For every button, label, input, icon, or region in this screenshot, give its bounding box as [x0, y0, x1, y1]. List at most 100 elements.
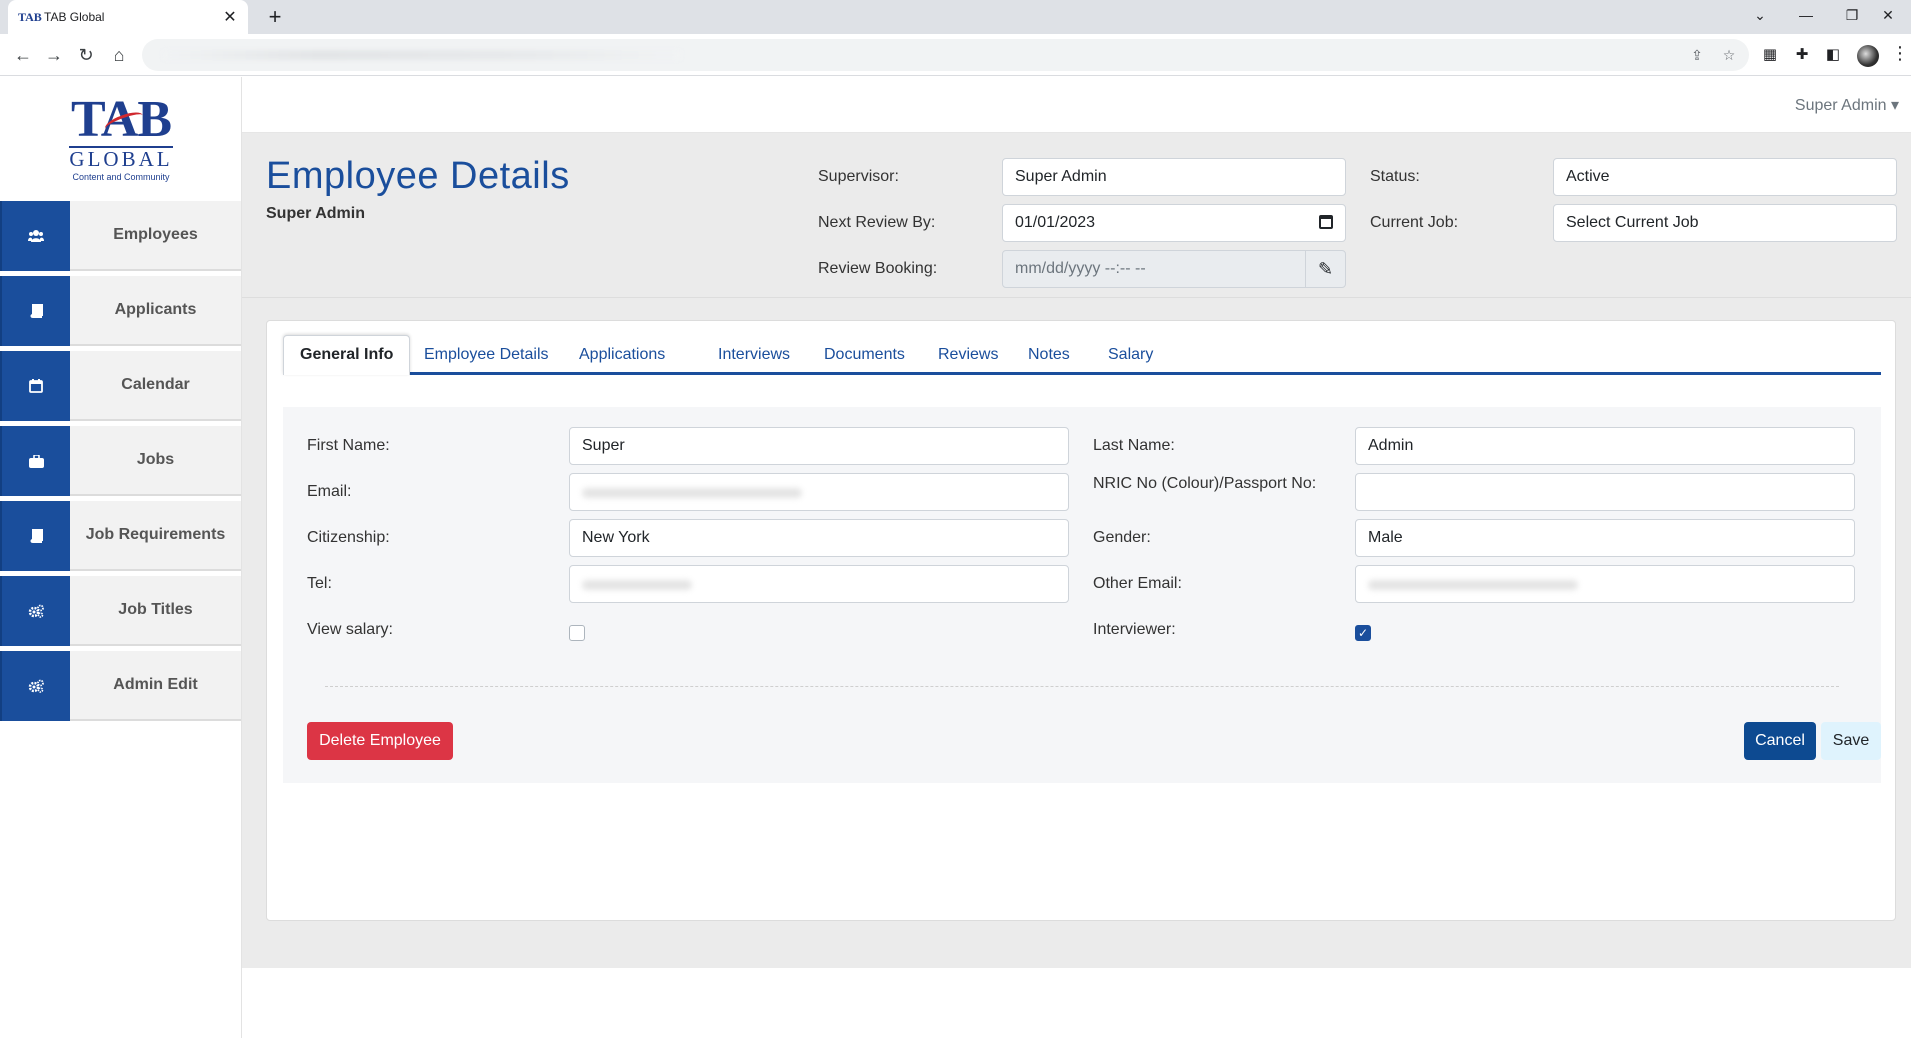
first-name-input[interactable]: Super — [569, 427, 1069, 465]
minimize-icon[interactable]: — — [1783, 0, 1829, 30]
sidebar-item-employees[interactable]: Employees — [0, 201, 241, 271]
citizenship-input[interactable]: New York — [569, 519, 1069, 557]
tel-label: Tel: — [307, 575, 332, 592]
review-booking-label: Review Booking: — [818, 260, 938, 277]
calendar-picker-icon[interactable] — [1319, 215, 1333, 229]
extension-icon[interactable]: ▦ — [1760, 45, 1780, 65]
other-email-value-redacted — [1368, 580, 1578, 590]
sidebar-item-label: Admin Edit — [113, 676, 198, 693]
main-content: General Info Employee Details Applicatio… — [242, 298, 1911, 968]
forward-icon[interactable]: → — [41, 42, 67, 68]
new-tab-button[interactable]: + — [261, 4, 289, 30]
cogs-icon — [0, 651, 70, 721]
share-icon[interactable]: ⇪ — [1688, 46, 1706, 64]
email-input[interactable] — [569, 473, 1069, 511]
back-icon[interactable]: ← — [10, 42, 36, 68]
profile-avatar[interactable] — [1857, 45, 1879, 67]
browser-tab[interactable]: TAB TAB Global ✕ — [8, 0, 248, 34]
bookmark-star-icon[interactable]: ☆ — [1720, 46, 1738, 64]
calendar-icon — [0, 351, 70, 421]
address-text-redacted — [162, 50, 682, 60]
other-email-label: Other Email: — [1093, 575, 1182, 592]
cancel-button[interactable]: Cancel — [1744, 722, 1816, 760]
tab-interviews[interactable]: Interviews — [718, 335, 790, 375]
sidebar-item-admin-edit[interactable]: Admin Edit — [0, 651, 241, 721]
current-job-select[interactable]: Select Current Job — [1553, 204, 1897, 242]
form-divider — [325, 686, 1839, 687]
status-field[interactable]: Active — [1553, 158, 1897, 196]
book-icon — [0, 276, 70, 346]
last-name-value: Admin — [1368, 437, 1414, 454]
sidebar-item-jobs[interactable]: Jobs — [0, 426, 241, 496]
logo-tagline: Content and Community — [72, 172, 170, 182]
sidebar-item-label: Applicants — [114, 301, 197, 318]
last-name-label: Last Name: — [1093, 437, 1175, 454]
briefcase-icon — [0, 426, 70, 496]
tab-notes[interactable]: Notes — [1028, 335, 1070, 375]
supervisor-field[interactable]: Super Admin — [1002, 158, 1346, 196]
users-icon — [0, 201, 70, 271]
browser-tab-bar: TAB TAB Global ✕ + ⌄ — ❐ ✕ — [0, 0, 1911, 34]
home-icon[interactable]: ⌂ — [106, 42, 132, 68]
close-window-icon[interactable]: ✕ — [1865, 0, 1911, 30]
close-tab-icon[interactable]: ✕ — [222, 7, 238, 27]
edit-review-booking-button[interactable]: ✎ — [1305, 250, 1346, 288]
page-title: Employee Details — [266, 155, 570, 197]
citizenship-value: New York — [582, 529, 650, 546]
delete-employee-button[interactable]: Delete Employee — [307, 722, 453, 760]
nric-input[interactable] — [1355, 473, 1855, 511]
supervisor-value: Super Admin — [1015, 168, 1107, 185]
browser-tab-title: TAB Global — [44, 10, 105, 24]
supervisor-label: Supervisor: — [818, 168, 899, 185]
cogs-icon — [0, 576, 70, 646]
browser-menu-icon[interactable]: ⋮ — [1891, 43, 1909, 64]
status-label: Status: — [1370, 168, 1420, 185]
sidebar-item-job-titles[interactable]: Job Titles — [0, 576, 241, 646]
general-info-form: First Name: Super Last Name: Admin Email… — [283, 407, 1881, 783]
gender-select[interactable]: Male — [1355, 519, 1855, 557]
tab-salary[interactable]: Salary — [1108, 335, 1153, 375]
next-review-label: Next Review By: — [818, 214, 936, 231]
review-booking-value: mm/dd/yyyy --:-- -- — [1015, 260, 1146, 277]
gender-label: Gender: — [1093, 529, 1151, 546]
view-salary-label: View salary: — [307, 621, 393, 638]
interviewer-label: Interviewer: — [1093, 621, 1176, 638]
logo[interactable]: TAB GLOBAL Content and Community — [60, 94, 182, 185]
tab-employee-details[interactable]: Employee Details — [424, 335, 549, 375]
first-name-value: Super — [582, 437, 625, 454]
sidebar-nav: Employees Applicants Calendar Jobs Job R… — [0, 201, 241, 726]
interviewer-checkbox[interactable]: ✓ — [1355, 625, 1371, 641]
next-review-date-input[interactable]: 01/01/2023 — [1002, 204, 1346, 242]
tab-reviews[interactable]: Reviews — [938, 335, 998, 375]
employee-card: General Info Employee Details Applicatio… — [266, 320, 1896, 921]
tab-search-icon[interactable]: ⌄ — [1737, 0, 1783, 30]
browser-toolbar: ← → ↻ ⌂ ⇪ ☆ ▦ ✚ ◧ ⋮ — [0, 34, 1911, 76]
sidebar-item-label: Jobs — [136, 451, 175, 468]
current-job-value: Select Current Job — [1566, 214, 1699, 231]
sidebar: TAB GLOBAL Content and Community Employe… — [0, 77, 242, 1038]
side-panel-icon[interactable]: ◧ — [1823, 45, 1843, 65]
puzzle-icon[interactable]: ✚ — [1792, 45, 1812, 65]
last-name-input[interactable]: Admin — [1355, 427, 1855, 465]
reload-icon[interactable]: ↻ — [73, 42, 99, 68]
current-job-label: Current Job: — [1370, 214, 1459, 231]
status-value: Active — [1566, 168, 1610, 185]
email-value-redacted — [582, 488, 802, 498]
sidebar-item-calendar[interactable]: Calendar — [0, 351, 241, 421]
other-email-input[interactable] — [1355, 565, 1855, 603]
sidebar-item-job-requirements[interactable]: Job Requirements — [0, 501, 241, 571]
review-booking-input[interactable]: mm/dd/yyyy --:-- -- — [1002, 250, 1306, 288]
next-review-value: 01/01/2023 — [1015, 214, 1096, 231]
tab-applications[interactable]: Applications — [579, 335, 665, 375]
favicon-icon: TAB — [18, 10, 42, 24]
address-bar[interactable]: ⇪ ☆ — [142, 39, 1749, 71]
save-button[interactable]: Save — [1821, 722, 1881, 760]
tab-general-info[interactable]: General Info — [283, 335, 411, 375]
user-menu-dropdown[interactable]: Super Admin ▾ — [1795, 95, 1899, 115]
tel-input[interactable] — [569, 565, 1069, 603]
view-salary-checkbox[interactable] — [569, 625, 585, 641]
tab-documents[interactable]: Documents — [824, 335, 905, 375]
sidebar-item-applicants[interactable]: Applicants — [0, 276, 241, 346]
gender-value: Male — [1368, 529, 1403, 546]
tel-value-redacted — [582, 580, 692, 590]
